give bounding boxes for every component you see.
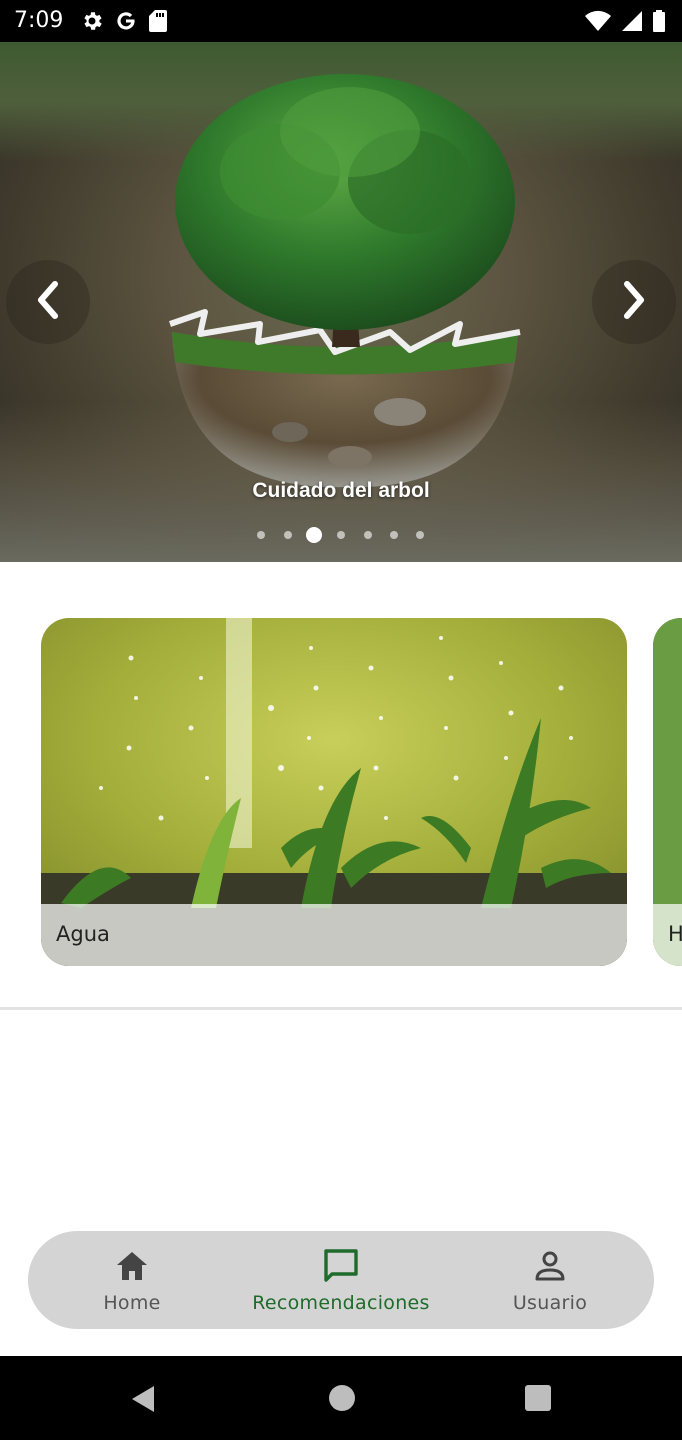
divider [0,1007,682,1010]
nav-label: Usuario [512,1292,588,1314]
carousel-caption: Cuidado del arbol [252,479,430,502]
status-right-icons [584,9,666,33]
system-navigation-bar [0,1356,682,1440]
back-icon[interactable] [128,1383,158,1420]
home-icon [115,1249,149,1283]
carousel-dot-active[interactable] [306,527,322,543]
carousel-dot[interactable] [257,531,265,539]
card-label-bar: Agua [41,904,627,966]
carousel-dot[interactable] [364,531,372,539]
carousel-next-button[interactable] [592,260,676,344]
chevron-right-icon [619,280,649,325]
carousel-prev-button[interactable] [6,260,90,344]
carousel-dot[interactable] [284,531,292,539]
sd-card-icon [148,9,168,33]
carousel-dot[interactable] [390,531,398,539]
status-time: 7:09 [14,8,64,33]
nav-item-usuario[interactable]: Usuario [500,1231,600,1329]
user-icon [533,1249,567,1283]
home-circle-icon[interactable] [327,1383,357,1418]
nav-item-home[interactable]: Home [82,1231,182,1329]
card-label: H [668,922,682,946]
battery-icon [652,9,666,33]
bottom-navigation: Home Recomendaciones Usuario [28,1231,654,1329]
nav-label: Recomendaciones [252,1292,430,1314]
chevron-left-icon [33,280,63,325]
carousel-dot[interactable] [416,531,424,539]
card-agua[interactable]: Agua [41,618,627,966]
message-square-icon [322,1249,360,1283]
signal-icon [620,9,644,33]
nav-item-recomendaciones[interactable]: Recomendaciones [241,1231,441,1329]
wifi-icon [584,9,612,33]
carousel-indicator [0,526,682,546]
card-label: Agua [56,922,110,946]
status-bar: 7:09 [0,0,682,42]
recommendation-cards: Agua H [0,618,682,966]
nav-label: Home [103,1292,161,1314]
settings-icon [80,9,104,33]
recents-icon[interactable] [523,1383,553,1418]
card-partial[interactable]: H [653,618,682,966]
image-carousel[interactable]: Cuidado del arbol [0,42,682,562]
card-label-bar: H [653,904,682,966]
carousel-dot[interactable] [337,531,345,539]
tree-in-globe-image [169,74,521,488]
status-left-icons [80,9,168,33]
google-icon [114,9,138,33]
